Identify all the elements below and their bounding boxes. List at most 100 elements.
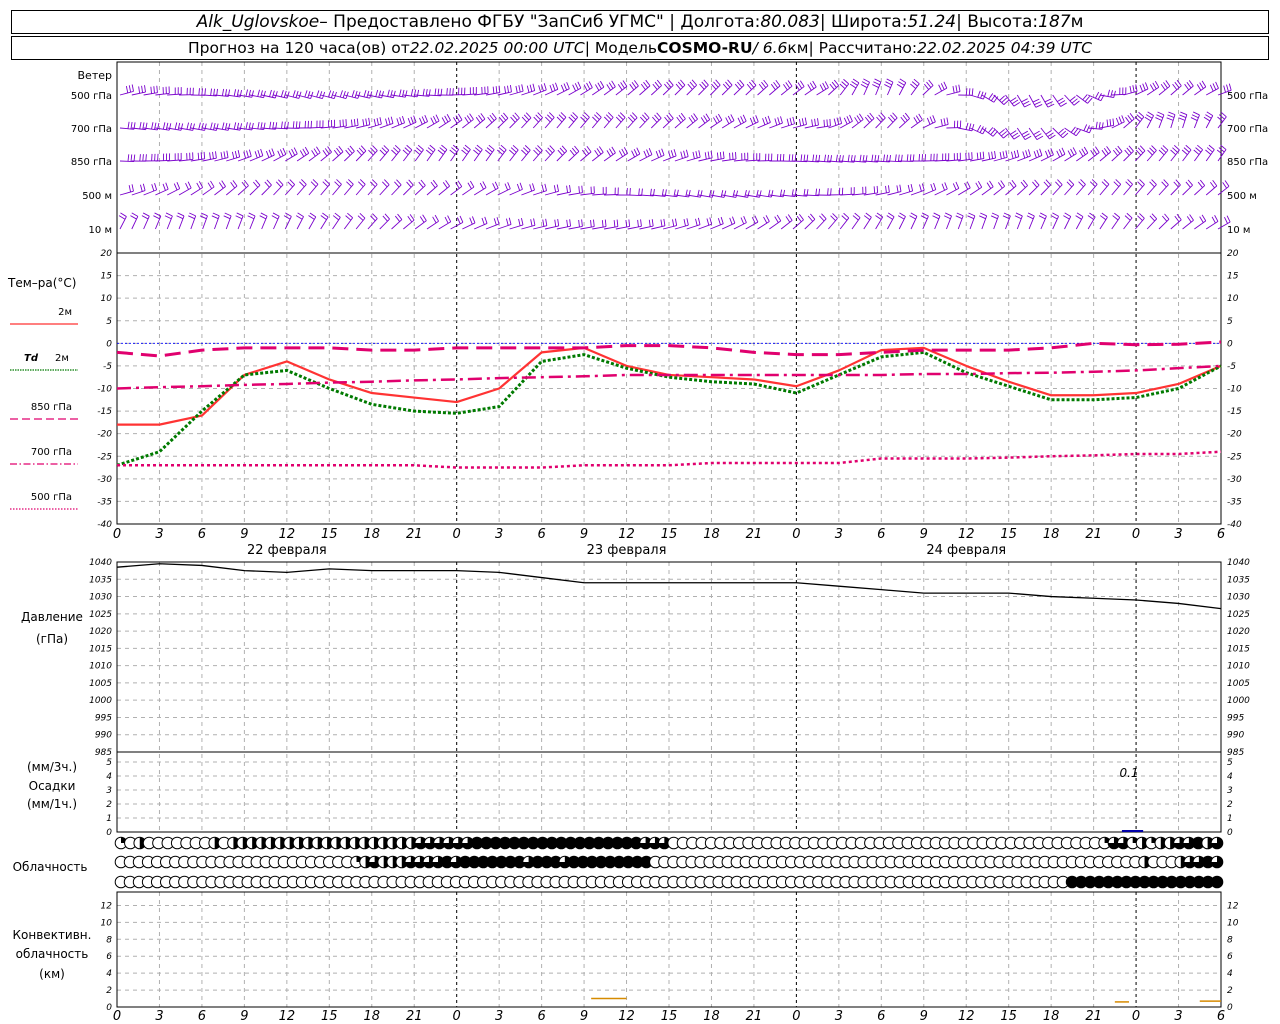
- wind-barb-flag: [390, 116, 394, 124]
- temp-ylabel: Тем–ра(°C): [7, 276, 76, 290]
- wind-barb: [1170, 184, 1181, 196]
- x-tick-label-bottom: 21: [406, 1009, 423, 1024]
- wind-barb-flag: [1218, 114, 1225, 120]
- wind-barb-flag: [652, 83, 658, 90]
- wind-barb-flag: [812, 80, 817, 88]
- wind-barb-flag: [444, 216, 449, 224]
- wind-barb: [639, 117, 650, 129]
- wind-barb-flag: [1166, 117, 1174, 121]
- wind-barb-flag: [592, 116, 598, 123]
- wind-barb-flag: [979, 126, 984, 133]
- wind-barb-flag: [668, 79, 674, 86]
- wind-barb-flag: [620, 82, 625, 89]
- wind-barb-flag: [815, 188, 818, 196]
- wind-barb-flag: [130, 215, 137, 220]
- wind-barb-flag: [1071, 98, 1078, 104]
- wind-barb-flag: [863, 215, 871, 221]
- temp-tick-right: -10: [1227, 385, 1242, 395]
- wind-barb-flag: [209, 152, 211, 160]
- wind-barb-flag: [810, 213, 816, 220]
- wind-barb: [249, 184, 261, 196]
- wind-barb-flag: [1115, 117, 1120, 125]
- wind-barb-flag: [545, 218, 548, 226]
- wind-barb-flag: [831, 81, 837, 88]
- wind-barb-flag: [1003, 133, 1010, 139]
- wind-barb-flag: [807, 215, 814, 222]
- wind-barb: [592, 226, 607, 230]
- wind-barb-flag: [1058, 149, 1063, 156]
- wind-barb-flag: [871, 154, 874, 162]
- wind-barb-flag: [471, 216, 476, 224]
- wind-barb-flag: [165, 182, 169, 190]
- wind-barb-flag: [627, 116, 634, 123]
- wind-barb-flag: [590, 220, 592, 228]
- wind-barb-flag: [569, 219, 572, 227]
- wind-barb-flag: [1109, 119, 1112, 127]
- wind-barb-flag: [363, 90, 367, 97]
- wind-barb-flag: [295, 90, 299, 98]
- wind-barb-flag: [176, 181, 181, 189]
- wind-barb-flag: [354, 90, 358, 98]
- wind-barb-flag: [980, 212, 987, 217]
- wind-barb-flag: [1072, 147, 1077, 154]
- wind-barb: [686, 84, 697, 96]
- wind-barb-flag: [904, 112, 910, 119]
- wind-barb: [131, 91, 146, 96]
- wind-barb-flag: [153, 215, 160, 220]
- wind-barb-flag: [384, 213, 390, 220]
- wind-barb-flag: [1161, 181, 1167, 188]
- wind-barb: [497, 188, 511, 196]
- wind-barb-flag: [378, 90, 382, 98]
- wind-barb: [1005, 156, 1019, 162]
- wind-barb-flag: [686, 218, 689, 226]
- wind-barb-flag: [646, 149, 650, 157]
- wind-barb-flag: [593, 219, 595, 227]
- wind-barb-flag: [524, 145, 531, 151]
- wind-barb-flag: [713, 81, 719, 88]
- wind-barb-flag: [749, 117, 754, 125]
- wind-barb-flag: [538, 85, 542, 93]
- wind-barb-flag: [982, 151, 985, 159]
- wind-barb-flag: [393, 90, 396, 98]
- wind-barb-flag: [233, 89, 237, 97]
- wind-barb-flag: [886, 215, 893, 220]
- wind-barb: [544, 117, 555, 129]
- wind-barb-flag: [504, 86, 507, 94]
- precip-unit-top: (мм/3ч.): [27, 760, 77, 774]
- wind-barb: [344, 150, 355, 162]
- wind-barb: [226, 156, 240, 162]
- temp-tick-left: 20: [101, 249, 113, 259]
- wind-barb-flag: [449, 88, 451, 96]
- wind-barb-flag: [1186, 216, 1192, 223]
- wind-barb-flag: [333, 149, 339, 156]
- x-tick-label-bottom: 15: [1000, 1009, 1017, 1024]
- wind-barb: [639, 85, 651, 96]
- wind-barb: [816, 218, 827, 230]
- wind-barb: [1087, 216, 1096, 230]
- wind-barb-flag: [488, 144, 495, 151]
- wind-barb-flag: [559, 147, 565, 154]
- wind-barb-flag: [633, 149, 638, 156]
- wind-barb: [603, 117, 614, 129]
- wind-barb: [910, 119, 923, 129]
- conv-tick-right: 2: [1227, 986, 1233, 996]
- precipitation-panel: 5 5 4 4 3 3 2 2 1 1 0 0 (мм/3ч.) Осадки (мм/1ч.) 0.1: [27, 758, 1233, 838]
- wind-barb-flag: [304, 146, 310, 154]
- wind-barb-flag: [467, 182, 472, 189]
- wind-barb: [580, 226, 595, 230]
- wind-barb-flag: [786, 118, 790, 126]
- legend-label: 700 гПа: [31, 447, 72, 458]
- x-tick-label-bottom: 18: [363, 1009, 380, 1024]
- convective-panel: 12 12 10 10 8 8 6 6 4 4 2 2 0 0 Конвективн. облачность (…: [13, 901, 1239, 1013]
- wind-barb-flag: [266, 179, 272, 186]
- wind-barb: [863, 216, 872, 230]
- wind-barb-flag: [941, 183, 945, 191]
- wind-barb-flag: [872, 84, 879, 88]
- wind-barb: [780, 85, 793, 96]
- wind-barb-flag: [381, 181, 388, 188]
- wind-barb-flag: [366, 90, 370, 98]
- wind-barb-flag: [334, 181, 340, 187]
- wind-barb-flag: [271, 90, 275, 98]
- wind-barb-flag: [691, 79, 697, 86]
- wind-barb-flag: [664, 83, 670, 90]
